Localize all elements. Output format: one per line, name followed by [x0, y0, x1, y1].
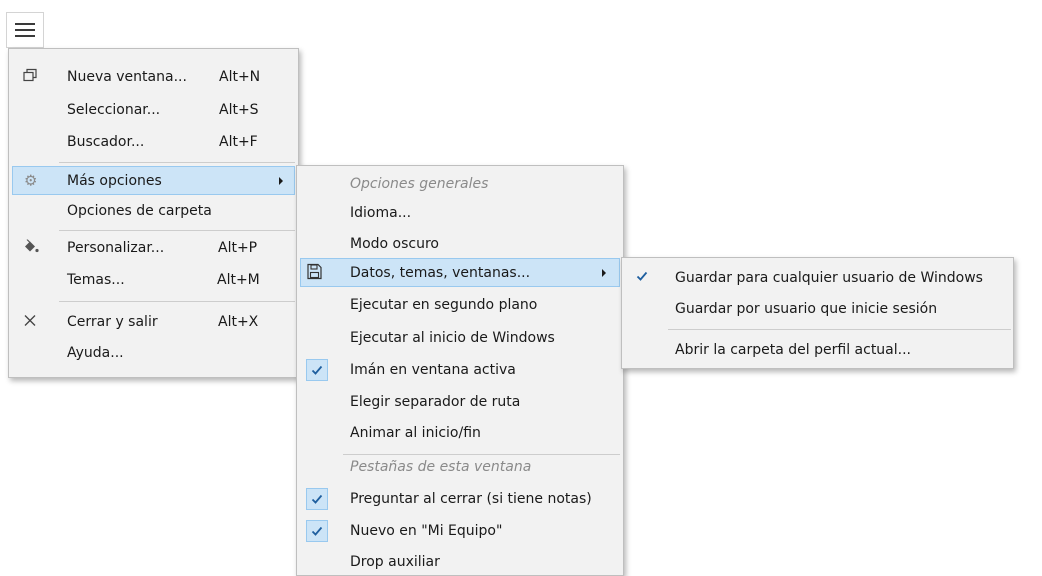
menu-item-label: Buscador... [67, 133, 145, 150]
submenu-arrow-icon [602, 268, 606, 277]
section-header-tabs: Pestañas de esta ventana [350, 459, 532, 475]
submenu2-item-save-any-user[interactable]: Guardar para cualquier usuario de Window… [625, 263, 1010, 292]
menu-item-label: Ejecutar al inicio de Windows [350, 329, 555, 346]
menu-item-label: Imán en ventana activa [350, 361, 516, 378]
menu-item-customize[interactable]: Personalizar... Alt+P [12, 233, 295, 262]
menu-item-themes[interactable]: Temas... Alt+M [12, 265, 295, 294]
section-header-general: Opciones generales [350, 176, 489, 192]
menu-item-shortcut: Alt+M [217, 271, 260, 288]
menu-item-shortcut: Alt+P [218, 239, 258, 256]
check-icon [306, 487, 328, 510]
submenu-item-run-at-startup[interactable]: Ejecutar al inicio de Windows [300, 323, 620, 352]
menu-item-label: Guardar para cualquier usuario de Window… [675, 269, 983, 286]
menu-separator [59, 162, 295, 163]
menu-item-help[interactable]: Ayuda... [12, 338, 295, 367]
close-icon [24, 314, 36, 329]
menu-item-label: Nueva ventana... [67, 68, 187, 85]
menu-item-label: Cerrar y salir [67, 313, 158, 330]
menu-item-new-window[interactable]: Nueva ventana... Alt+N [12, 62, 295, 91]
menu-item-shortcut: Alt+N [219, 68, 261, 85]
data-themes-windows-submenu: Guardar para cualquier usuario de Window… [621, 257, 1014, 369]
hamburger-menu-button[interactable] [6, 12, 44, 48]
menu-item-label: Opciones de carpeta [67, 202, 212, 219]
menu-item-label: Guardar por usuario que inicie sesión [675, 300, 938, 317]
submenu-item-language[interactable]: Idioma... [300, 198, 620, 227]
menu-item-label: Personalizar... [67, 239, 165, 256]
menu-item-label: Más opciones [67, 172, 162, 189]
menu-item-label: Ejecutar en segundo plano [350, 296, 538, 313]
menu-item-label: Modo oscuro [350, 235, 439, 252]
submenu-item-path-separator[interactable]: Elegir separador de ruta [300, 387, 620, 416]
menu-item-label: Temas... [67, 271, 125, 288]
settings-icon: ⚙ [24, 171, 38, 189]
menu-item-close-exit[interactable]: Cerrar y salir Alt+X [12, 307, 295, 336]
submenu-item-new-in-my-computer[interactable]: Nuevo en "Mi Equipo" [300, 516, 620, 545]
menu-separator [343, 454, 620, 455]
menu-item-label: Seleccionar... [67, 101, 161, 118]
menu-separator [59, 301, 295, 302]
menu-separator [59, 230, 295, 231]
menu-item-label: Ayuda... [67, 344, 124, 361]
main-menu: Nueva ventana... Alt+N Seleccionar... Al… [8, 48, 299, 378]
menu-item-label: Drop auxiliar [350, 553, 440, 570]
menu-item-search[interactable]: Buscador... Alt+F [12, 127, 295, 156]
submenu-item-data-themes-windows[interactable]: Datos, temas, ventanas... [300, 258, 620, 287]
menu-item-label: Nuevo en "Mi Equipo" [350, 522, 503, 539]
submenu-item-magnet-active-window[interactable]: Imán en ventana activa [300, 355, 620, 384]
check-icon [306, 358, 328, 381]
menu-item-label: Idioma... [350, 204, 412, 221]
menu-item-select[interactable]: Seleccionar... Alt+S [12, 95, 295, 124]
menu-item-more-options[interactable]: ⚙ Más opciones [12, 166, 295, 195]
submenu-item-ask-on-close[interactable]: Preguntar al cerrar (si tiene notas) [300, 484, 620, 513]
submenu-item-animate[interactable]: Animar al inicio/fin [300, 418, 620, 447]
menu-item-folder-options[interactable]: Opciones de carpeta [12, 196, 295, 225]
submenu2-item-open-profile-folder[interactable]: Abrir la carpeta del perfil actual... [625, 335, 1010, 364]
menu-item-label: Abrir la carpeta del perfil actual... [675, 341, 911, 358]
save-icon [306, 263, 322, 282]
menu-item-label: Datos, temas, ventanas... [350, 264, 531, 281]
menu-separator [668, 329, 1011, 330]
submenu-item-drop-auxiliar[interactable]: Drop auxiliar [300, 547, 620, 576]
menu-item-shortcut: Alt+S [219, 101, 259, 118]
submenu2-item-save-per-user[interactable]: Guardar por usuario que inicie sesión [625, 294, 1010, 323]
new-window-icon [23, 68, 37, 85]
submenu-item-dark-mode[interactable]: Modo oscuro [300, 229, 620, 258]
more-options-submenu: Opciones generales Idioma... Modo oscuro… [296, 165, 624, 576]
submenu-item-run-background[interactable]: Ejecutar en segundo plano [300, 290, 620, 319]
menu-item-label: Elegir separador de ruta [350, 393, 521, 410]
menu-item-shortcut: Alt+F [219, 133, 258, 150]
submenu-arrow-icon [279, 176, 283, 185]
check-icon [636, 270, 648, 286]
menu-item-label: Preguntar al cerrar (si tiene notas) [350, 490, 592, 507]
menu-item-label: Animar al inicio/fin [350, 424, 481, 441]
menu-item-shortcut: Alt+X [218, 313, 259, 330]
paint-bucket-icon [23, 238, 39, 256]
check-icon [306, 519, 328, 542]
